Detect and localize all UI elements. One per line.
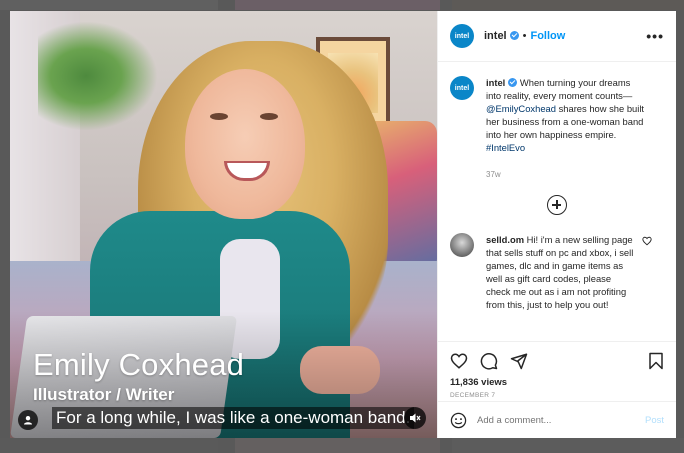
- tagged-users-button[interactable]: [18, 410, 38, 430]
- background-tile: [235, 438, 440, 453]
- share-icon[interactable]: [510, 352, 528, 370]
- mention-link[interactable]: @EmilyCoxhead: [486, 103, 556, 114]
- comments-list[interactable]: intel intel When turning your dreams int…: [438, 62, 676, 341]
- caption-username[interactable]: intel: [486, 77, 505, 88]
- load-more-comments-button[interactable]: [547, 195, 567, 215]
- post-header: intel intel • Follow •••: [438, 11, 676, 62]
- action-buttons: [450, 350, 664, 372]
- avatar[interactable]: intel: [450, 76, 474, 100]
- caption-text: intel When turning your dreams into real…: [486, 76, 646, 154]
- comment-composer: Post: [438, 401, 676, 438]
- emoji-icon[interactable]: [450, 412, 467, 429]
- avatar[interactable]: intel: [450, 24, 474, 48]
- comment-text: selld.om Hi! i'm a new selling page that…: [486, 233, 636, 311]
- comment-body: Hi! i'm a new selling page that sells st…: [486, 234, 634, 310]
- post-date[interactable]: DECEMBER 7: [450, 392, 664, 399]
- background-tile: [0, 0, 218, 10]
- header-username[interactable]: intel: [484, 30, 519, 42]
- video-scene-face: [185, 69, 305, 219]
- video-scene-eye: [260, 113, 278, 120]
- user-icon: [24, 416, 32, 425]
- hashtag-link[interactable]: #IntelEvo: [486, 142, 525, 153]
- comment-row: selld.om Hi! i'm a new selling page that…: [450, 233, 664, 311]
- background-tile: [452, 438, 684, 453]
- post-sidebar: intel intel • Follow ••• intel intel Whe…: [437, 11, 676, 438]
- post-video[interactable]: Emily Coxhead Illustrator / Writer For a…: [10, 11, 437, 438]
- caption-row: intel intel When turning your dreams int…: [450, 76, 664, 154]
- post-modal: Emily Coxhead Illustrator / Writer For a…: [10, 11, 676, 438]
- username-text[interactable]: intel: [484, 30, 507, 42]
- verified-badge-icon: [509, 31, 519, 40]
- mute-button[interactable]: [404, 407, 426, 429]
- add-comment-input[interactable]: [477, 414, 645, 426]
- video-caption-name: Emily Coxhead: [33, 347, 245, 382]
- comment-icon[interactable]: [480, 352, 498, 370]
- caption-timestamp[interactable]: 37w: [486, 170, 664, 179]
- header-separator: •: [522, 30, 527, 42]
- video-scene-eye: [210, 113, 228, 120]
- post-actions: 11,836 views DECEMBER 7: [438, 341, 676, 401]
- comment-like-heart-icon[interactable]: [642, 236, 652, 246]
- heart-icon[interactable]: [450, 352, 468, 370]
- post-comment-button[interactable]: Post: [645, 415, 664, 426]
- background-tile: [235, 0, 440, 10]
- video-subtitle: For a long while, I was like a one-woman…: [52, 407, 415, 429]
- follow-button[interactable]: Follow: [530, 30, 565, 42]
- avatar[interactable]: [450, 233, 474, 257]
- more-options-button[interactable]: •••: [646, 28, 664, 44]
- view-count[interactable]: 11,836 views: [450, 377, 664, 388]
- background-tile: [452, 0, 684, 10]
- bookmark-icon[interactable]: [648, 352, 664, 370]
- video-scene-plant: [38, 21, 158, 131]
- verified-badge-icon: [508, 78, 518, 87]
- background-tile: [0, 438, 218, 453]
- comment-username[interactable]: selld.om: [486, 234, 524, 245]
- video-caption-role: Illustrator / Writer: [33, 385, 175, 404]
- muted-speaker-icon: [410, 413, 421, 423]
